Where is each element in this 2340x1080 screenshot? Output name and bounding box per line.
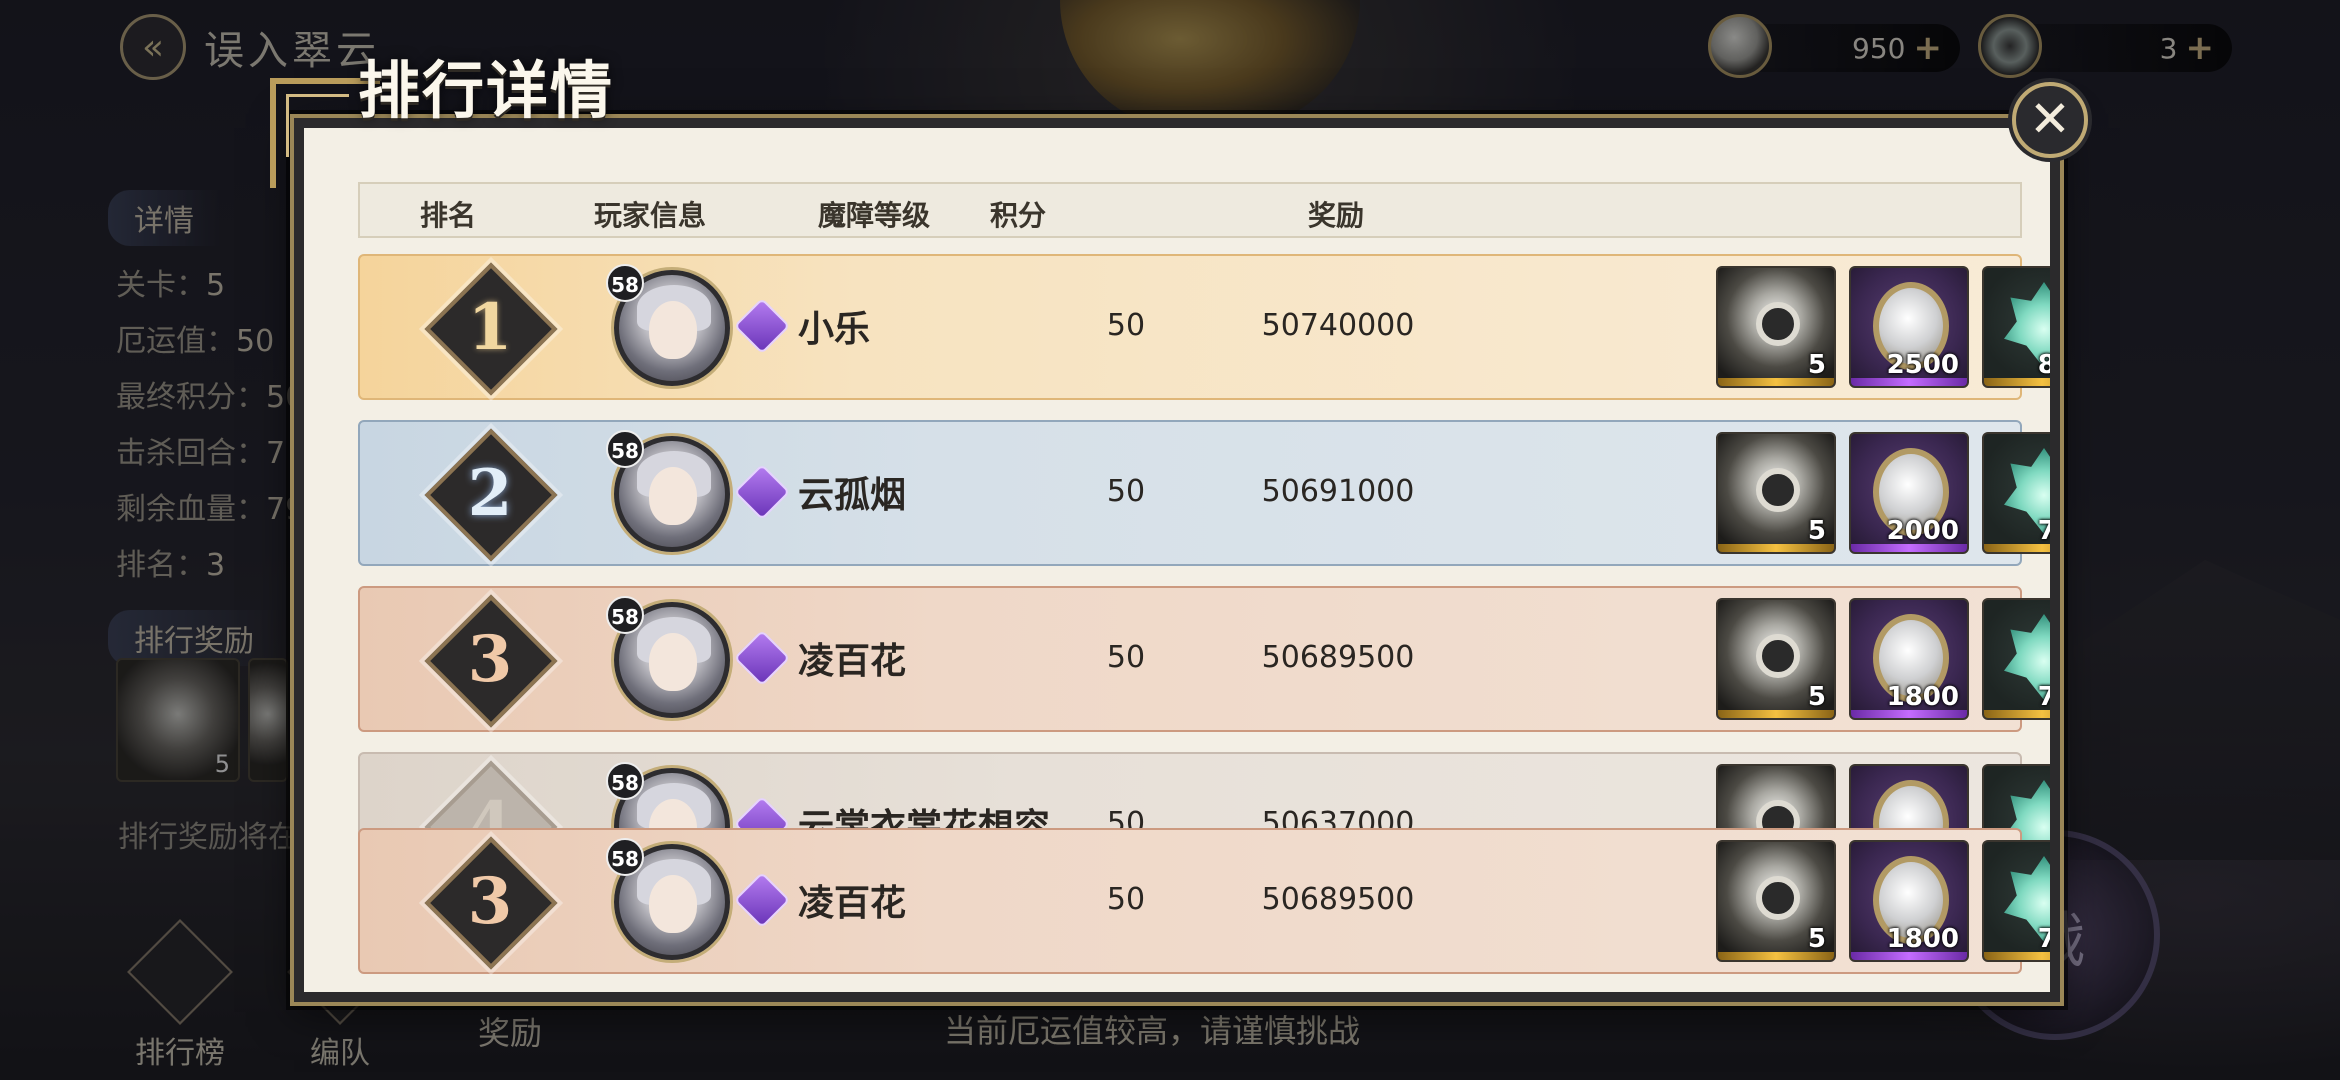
reward-mirror[interactable]: 1800 xyxy=(1849,840,1969,962)
close-button[interactable]: ✕ xyxy=(2012,82,2088,158)
ranking-row[interactable]: 3 58 凌百花 50 50689500 5 1800 700 xyxy=(358,586,2050,732)
score: 50691000 xyxy=(1261,474,1415,509)
player-name: 云孤烟 xyxy=(798,474,907,516)
player-level-badge: 58 xyxy=(606,762,644,800)
demon-level: 50 xyxy=(1106,882,1146,917)
player-level-badge: 58 xyxy=(606,838,644,876)
token-icon xyxy=(1756,302,1800,346)
reward-lotus[interactable]: 800 xyxy=(1982,266,2050,388)
ranking-row[interactable]: 2 58 云孤烟 50 50691000 5 2000 750 xyxy=(358,420,2050,566)
rank-number: 3 xyxy=(467,622,513,697)
close-icon: ✕ xyxy=(2029,90,2071,148)
player-name: 凌百花 xyxy=(798,882,907,924)
token-icon xyxy=(1756,468,1800,512)
score: 50689500 xyxy=(1261,640,1415,675)
lotus-icon xyxy=(2004,614,2050,700)
ranking-details-modal: 排名 玩家信息 魔障等级 积分 奖励 1 58 小乐 50 50740000 5… xyxy=(290,114,2064,1006)
reward-lotus[interactable]: 700 xyxy=(1982,598,2050,720)
lotus-icon xyxy=(2004,282,2050,368)
score: 50689500 xyxy=(1261,882,1415,917)
header-reward: 奖励 xyxy=(1307,199,1365,232)
score: 50740000 xyxy=(1261,308,1415,343)
token-icon xyxy=(1756,876,1800,920)
header-player-info: 玩家信息 xyxy=(593,199,707,232)
reward-token[interactable]: 5 xyxy=(1716,432,1836,554)
rank-tier-icon xyxy=(733,871,791,929)
reward-token[interactable]: 5 xyxy=(1716,840,1836,962)
player-level-badge: 58 xyxy=(606,596,644,634)
reward-token[interactable]: 5 xyxy=(1716,598,1836,720)
lotus-icon xyxy=(2004,856,2050,942)
reward-token[interactable]: 5 xyxy=(1716,266,1836,388)
rank-tier-icon xyxy=(733,629,791,687)
player-level-badge: 58 xyxy=(606,430,644,468)
rank-tier-icon xyxy=(733,297,791,355)
ranking-row[interactable]: 1 58 小乐 50 50740000 5 2500 800 xyxy=(358,254,2050,400)
reward-mirror[interactable]: 1800 xyxy=(1849,598,1969,720)
header-score: 积分 xyxy=(989,199,1047,232)
token-icon xyxy=(1756,634,1800,678)
player-level-badge: 58 xyxy=(606,264,644,302)
header-level: 魔障等级 xyxy=(817,199,931,232)
lotus-icon xyxy=(2004,448,2050,534)
rank-number: 1 xyxy=(467,290,513,365)
modal-title: 排行详情 xyxy=(358,54,615,127)
player-name: 小乐 xyxy=(798,308,871,350)
rank-tier-icon xyxy=(733,463,791,521)
rank-number: 2 xyxy=(467,456,513,531)
ranking-table-header: 排名 玩家信息 魔障等级 积分 奖励 xyxy=(358,182,2022,238)
demon-level: 50 xyxy=(1106,640,1146,675)
reward-mirror[interactable]: 2500 xyxy=(1849,266,1969,388)
rank-number: 3 xyxy=(467,864,513,939)
reward-mirror[interactable]: 2000 xyxy=(1849,432,1969,554)
my-ranking-row[interactable]: 3 58 凌百花 50 50689500 5 1800 700 xyxy=(358,828,2050,974)
header-rank: 排名 xyxy=(419,199,477,232)
reward-lotus[interactable]: 750 xyxy=(1982,432,2050,554)
demon-level: 50 xyxy=(1106,474,1146,509)
demon-level: 50 xyxy=(1106,308,1146,343)
reward-lotus[interactable]: 700 xyxy=(1982,840,2050,962)
player-name: 凌百花 xyxy=(798,640,907,682)
